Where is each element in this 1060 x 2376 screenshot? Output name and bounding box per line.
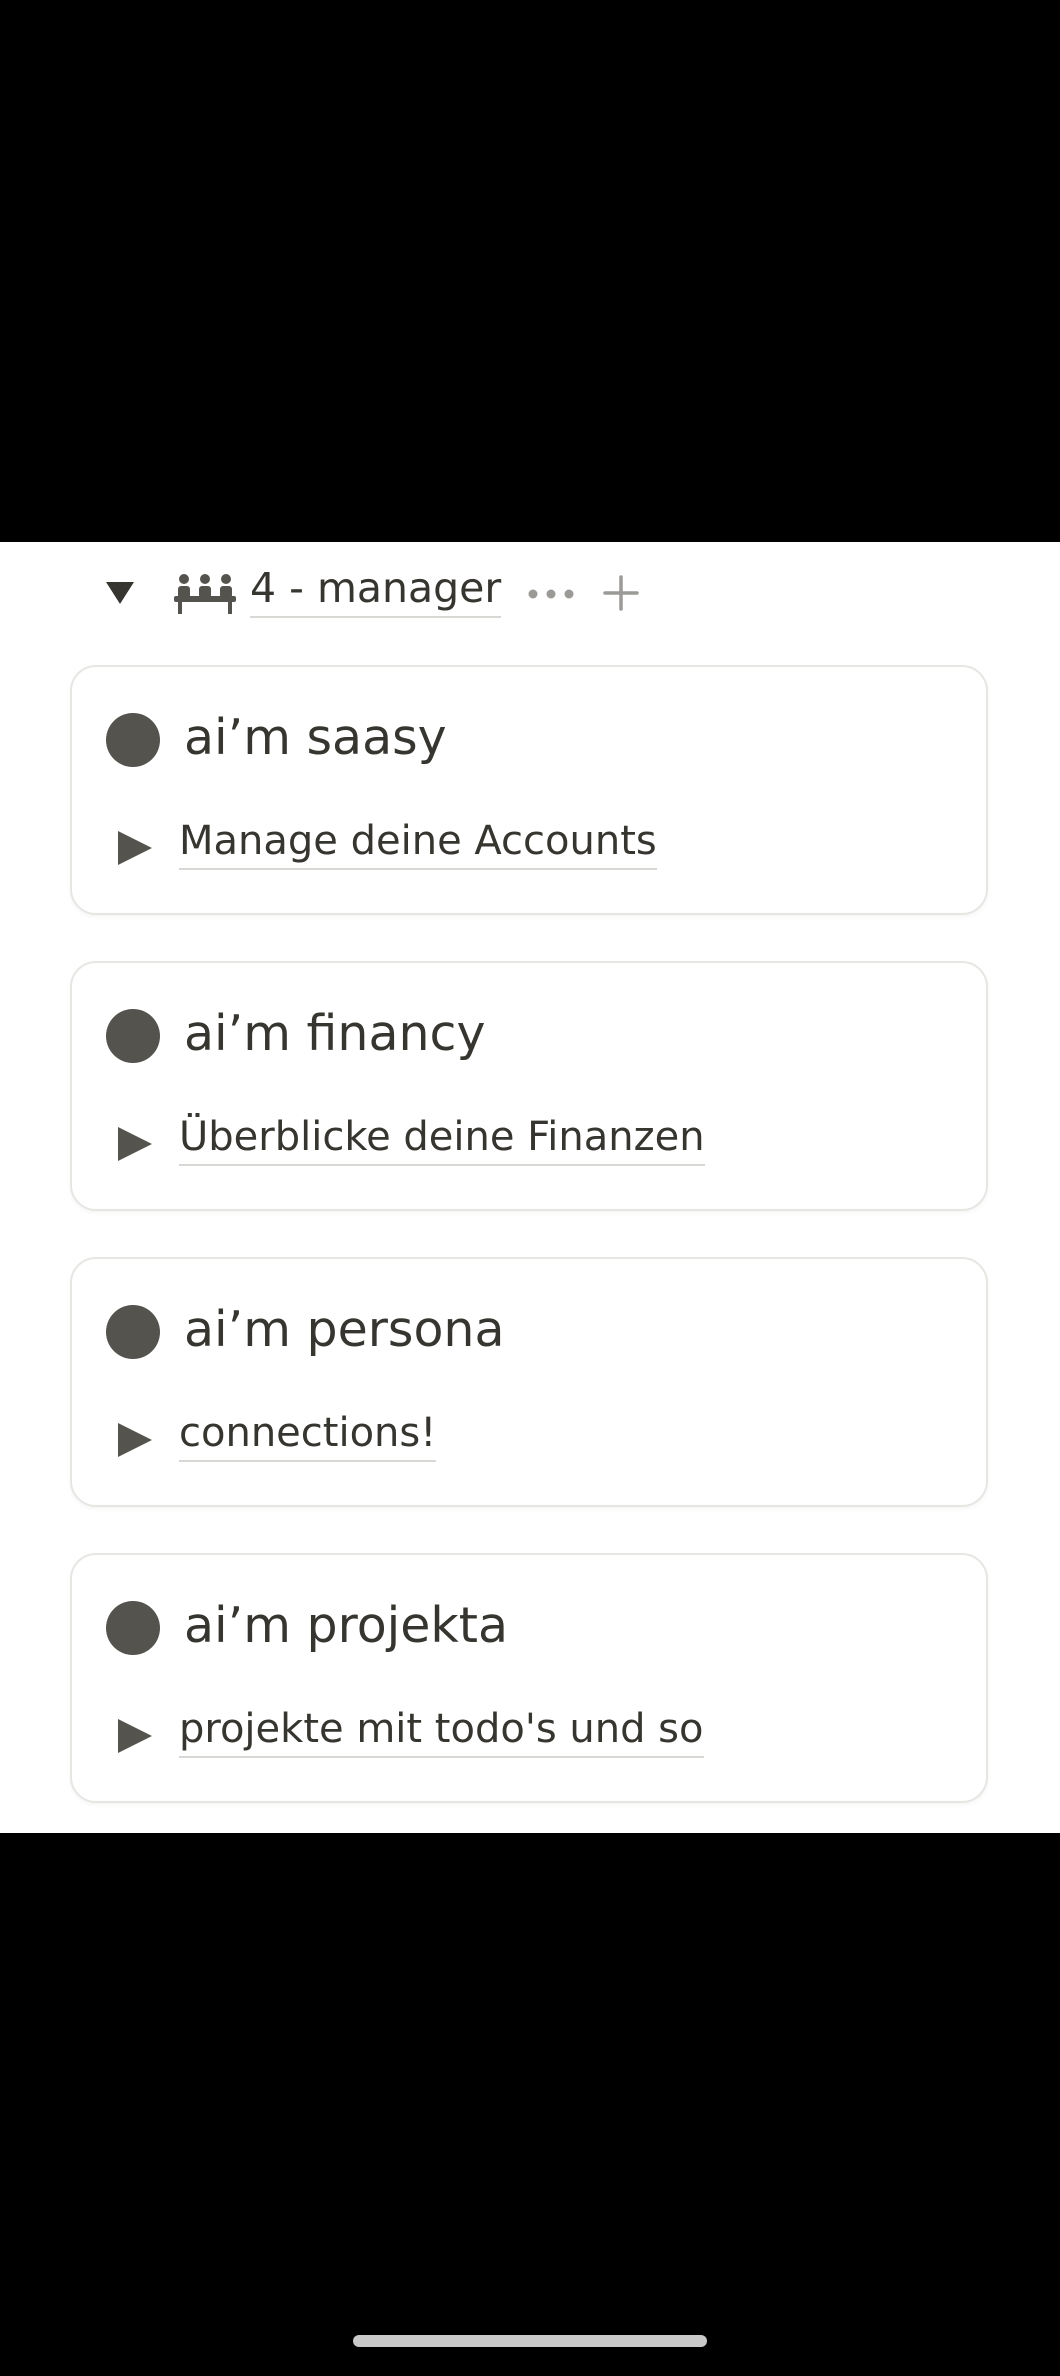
card-link[interactable]: Manage deine Accounts [179, 815, 657, 870]
card-title[interactable]: ai’m projekta [184, 1595, 508, 1657]
card-link[interactable]: Überblicke deine Finanzen [179, 1111, 705, 1166]
circle-icon [106, 1009, 160, 1063]
team-icon [174, 574, 236, 614]
circle-icon [106, 1305, 160, 1359]
board-group: 4 - manager ai’m saasy Manage deine Acco… [0, 542, 1060, 1833]
card-link[interactable]: connections! [179, 1407, 437, 1462]
card-saasy[interactable]: ai’m saasy Manage deine Accounts [70, 665, 988, 915]
card-title[interactable]: ai’m persona [184, 1299, 505, 1361]
triangle-right-icon[interactable] [118, 1423, 152, 1457]
card-financy[interactable]: ai’m financy Überblicke deine Finanzen [70, 961, 988, 1211]
card-title[interactable]: ai’m saasy [184, 707, 447, 769]
triangle-right-icon[interactable] [118, 1127, 152, 1161]
triangle-down-icon[interactable] [106, 582, 134, 604]
triangle-right-icon[interactable] [118, 1719, 152, 1753]
home-indicator[interactable] [353, 2335, 707, 2347]
card-persona[interactable]: ai’m persona connections! [70, 1257, 988, 1507]
circle-icon [106, 713, 160, 767]
card-link[interactable]: projekte mit todo's und so [179, 1703, 704, 1758]
card-title[interactable]: ai’m financy [184, 1003, 485, 1065]
circle-icon [106, 1601, 160, 1655]
plus-icon[interactable] [603, 575, 639, 611]
triangle-right-icon[interactable] [118, 831, 152, 865]
group-title[interactable]: 4 - manager [250, 562, 502, 618]
card-projekta[interactable]: ai’m projekta projekte mit todo's und so [70, 1553, 988, 1803]
group-header: 4 - manager [0, 542, 1060, 638]
screen: 4 - manager ai’m saasy Manage deine Acco… [0, 0, 1060, 2376]
more-horizontal-icon[interactable] [527, 588, 575, 600]
